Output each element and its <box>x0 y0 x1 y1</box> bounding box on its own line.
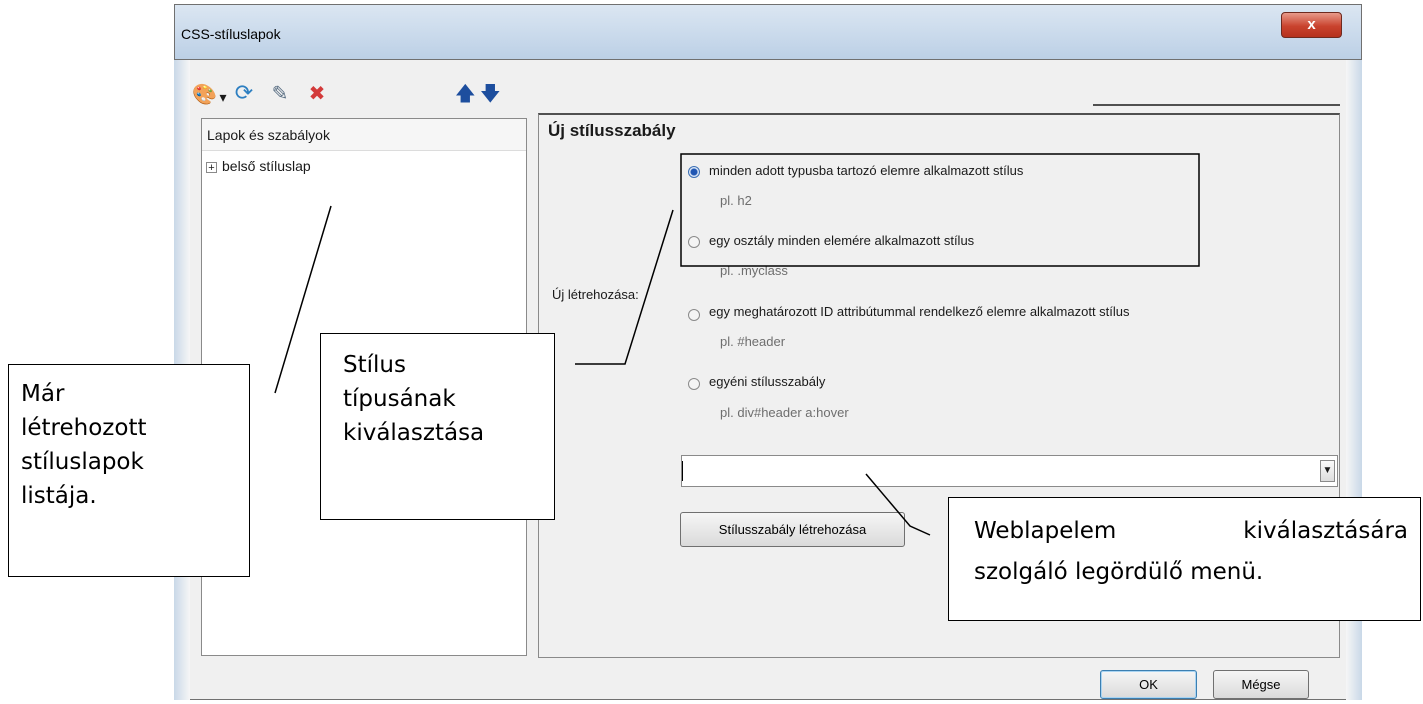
options-highlight-box <box>680 153 1200 267</box>
annotation-dropdown-menu: Weblapelem kiválasztására szolgáló legör… <box>948 497 1421 621</box>
annotation-stylesheet-list: Már létrehozott stíluslapok listája. <box>8 364 250 577</box>
annotation-word: kiválasztására <box>1243 518 1408 544</box>
annotation-line: stíluslapok <box>21 449 144 475</box>
annotation-line: Már <box>21 381 65 407</box>
menu-pointer-line <box>865 473 931 536</box>
annotation-line: kiválasztása <box>343 420 485 446</box>
annotation-line: listája. <box>21 483 97 509</box>
type-pointer-line <box>575 209 674 365</box>
annotation-word: Weblapelem <box>974 518 1117 544</box>
annotation-style-type: Stílus típusának kiválasztása <box>320 333 555 520</box>
annotation-line: szolgáló legördülő menü. <box>974 559 1264 585</box>
annotation-line: Stílus <box>343 352 406 378</box>
annotation-line: létrehozott <box>21 415 147 441</box>
annotation-line: típusának <box>343 386 456 412</box>
